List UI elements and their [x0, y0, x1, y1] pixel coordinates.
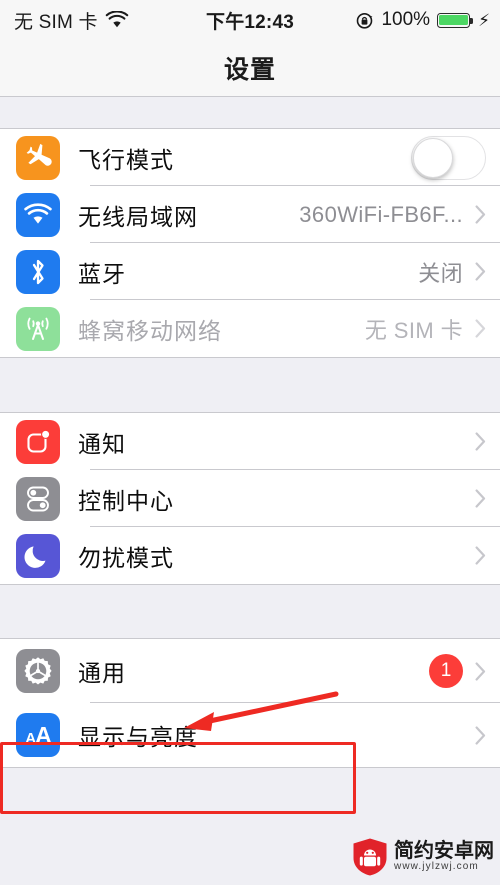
settings-row-accessory: 360WiFi-FB6F... [299, 202, 486, 228]
settings-row-control-center[interactable]: 控制中心 [0, 470, 500, 527]
settings-row-label: 显示与亮度 [78, 724, 198, 750]
settings-row-accessory [411, 135, 486, 180]
settings-row-label: 蓝牙 [78, 260, 126, 287]
bluetooth-value: 关闭 [418, 260, 463, 286]
group-gap-1 [0, 358, 500, 412]
settings-group-system: 通用 1 AA 显示与亮度 [0, 638, 500, 768]
settings-group-alerts: 通知 控制中心 勿扰模式 [0, 412, 500, 585]
settings-row-bluetooth[interactable]: 蓝牙 关闭 [0, 243, 500, 300]
settings-row-label: 控制中心 [78, 487, 174, 514]
chevron-right-icon [475, 661, 486, 681]
airplane-mode-toggle[interactable] [411, 135, 486, 180]
status-bar: 无 SIM 卡 下午12:43 100% ⚡ [0, 0, 500, 40]
status-badge: 1 [429, 654, 463, 688]
watermark-shield-icon [351, 837, 389, 877]
settings-row-accessory [475, 489, 486, 508]
chevron-right-icon [475, 205, 486, 224]
battery-percent-label: 100% [381, 9, 431, 30]
gear-icon [16, 649, 60, 693]
settings-row-airplane-mode[interactable]: 飞行模式 [0, 129, 500, 186]
settings-row-label: 无线局域网 [78, 203, 198, 230]
navigation-bar: 设置 [0, 40, 500, 97]
clock-label: 下午12:43 [206, 11, 294, 33]
status-bar-right: 100% ⚡ [355, 9, 490, 31]
chevron-right-icon [475, 262, 486, 281]
settings-row-accessory: 无 SIM 卡 [365, 313, 486, 345]
wifi-icon [16, 192, 60, 237]
settings-row-accessory [475, 725, 486, 745]
settings-row-accessory [475, 432, 486, 451]
page-title: 设置 [223, 56, 276, 84]
group-gap-2 [0, 585, 500, 638]
wifi-value: 360WiFi-FB6F... [299, 201, 463, 227]
chevron-right-icon [475, 319, 486, 338]
settings-row-label: 通知 [78, 430, 126, 457]
notifications-icon [16, 419, 60, 464]
battery-full-icon [437, 12, 474, 28]
lightning-bolt-icon: ⚡ [478, 10, 490, 30]
settings-row-label: 蜂窝移动网络 [78, 317, 222, 344]
chevron-right-icon [475, 489, 486, 508]
iphone-settings-screen: 无 SIM 卡 下午12:43 100% ⚡ 设置 飞行模式 无线局域网 360… [0, 0, 500, 885]
display-brightness-icon: AA [16, 713, 60, 757]
watermark-site-url: www.jylzwj.com [394, 861, 479, 873]
moon-icon [16, 533, 60, 578]
settings-row-accessory: 关闭 [418, 256, 486, 288]
rotation-lock-icon [355, 11, 374, 30]
chevron-right-icon [475, 546, 486, 565]
settings-row-label: 通用 [78, 660, 126, 686]
control-center-icon [16, 476, 60, 521]
settings-row-notifications[interactable]: 通知 [0, 413, 500, 470]
watermark-site-name: 简约安卓网 [394, 840, 494, 863]
airplane-icon [16, 135, 60, 180]
cellular-tower-icon [16, 306, 60, 351]
settings-group-connectivity: 飞行模式 无线局域网 360WiFi-FB6F... 蓝牙 关闭 蜂窝移动网络 … [0, 128, 500, 358]
chevron-right-icon [475, 432, 486, 451]
settings-row-accessory [475, 546, 486, 565]
settings-row-cellular[interactable]: 蜂窝移动网络 无 SIM 卡 [0, 300, 500, 357]
settings-row-general[interactable]: 通用 1 [0, 639, 500, 703]
settings-row-accessory: 1 [429, 654, 486, 688]
watermark: 简约安卓网 www.jylzwj.com [351, 837, 494, 877]
group-gap-top [0, 97, 500, 128]
chevron-right-icon [475, 725, 486, 745]
settings-row-do-not-disturb[interactable]: 勿扰模式 [0, 527, 500, 584]
settings-row-wifi[interactable]: 无线局域网 360WiFi-FB6F... [0, 186, 500, 243]
cellular-value: 无 SIM 卡 [364, 317, 463, 343]
bluetooth-icon [16, 249, 60, 294]
settings-row-label: 勿扰模式 [78, 544, 174, 571]
settings-row-label: 飞行模式 [78, 146, 174, 173]
settings-row-display-brightness[interactable]: AA 显示与亮度 [0, 703, 500, 767]
watermark-text: 简约安卓网 www.jylzwj.com [394, 841, 494, 873]
